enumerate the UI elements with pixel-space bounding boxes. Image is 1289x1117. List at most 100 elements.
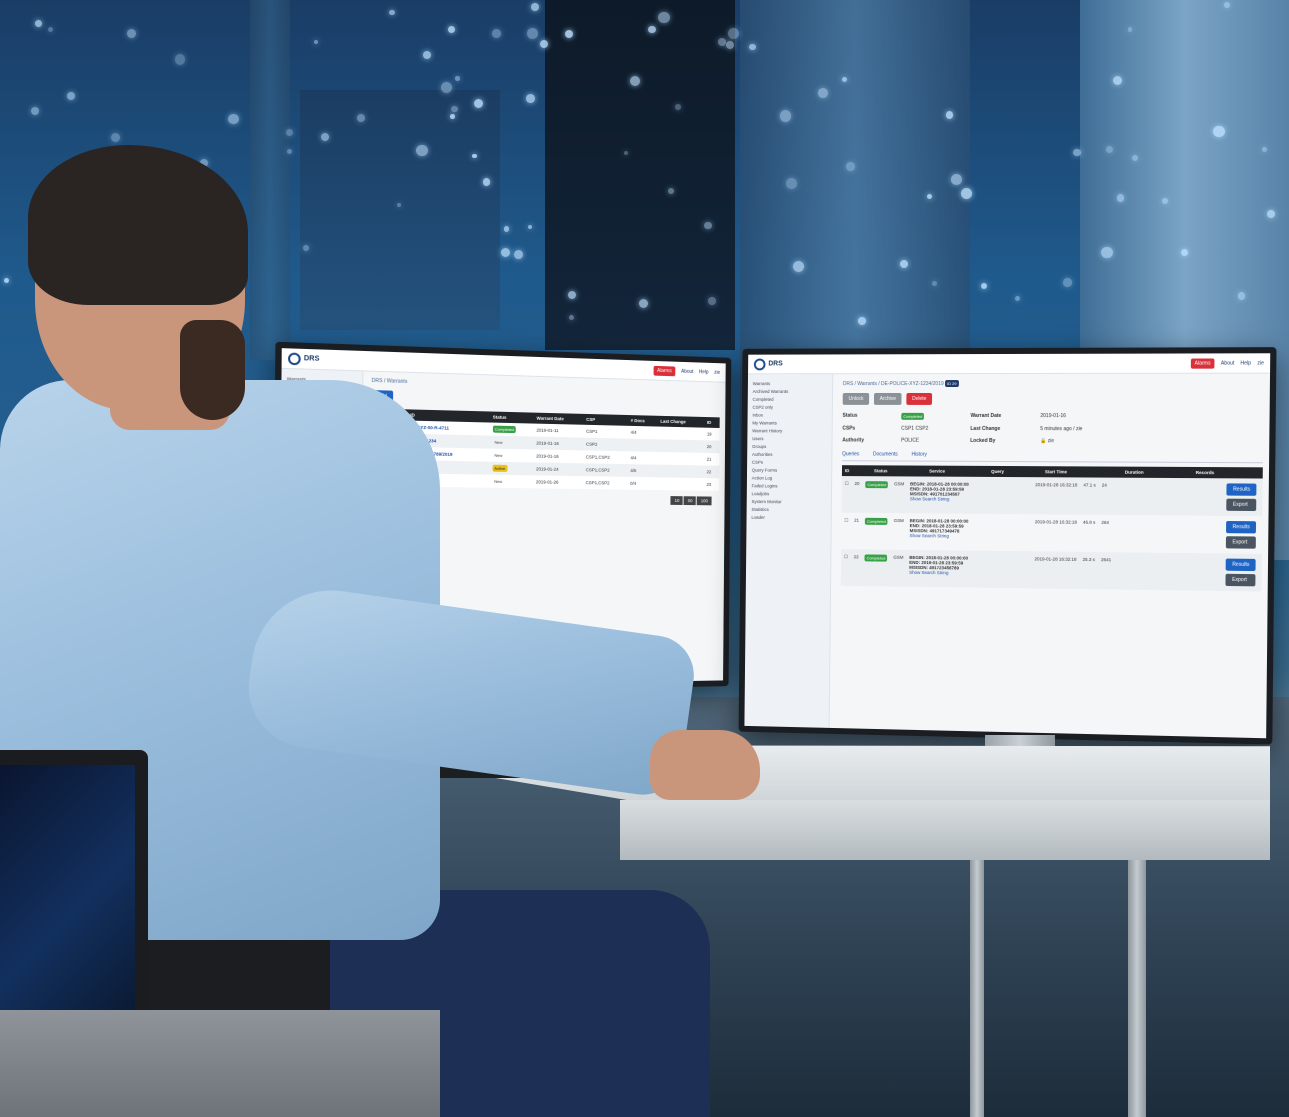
bokeh-light <box>1073 148 1081 157</box>
results-button[interactable]: Results <box>1226 483 1257 496</box>
query-detail: BEGIN: 2018-01-28 00:00:00 END: 2018-01-2… <box>910 518 1029 539</box>
sidebar-item[interactable]: Statistics <box>751 507 826 513</box>
sidebar-item[interactable]: Inbox <box>752 413 827 418</box>
export-button[interactable]: Export <box>1225 573 1256 587</box>
authority-value: POLICE <box>901 437 920 444</box>
last-change <box>657 477 704 490</box>
about-link[interactable]: About <box>1221 360 1235 366</box>
bokeh-light <box>786 178 797 189</box>
tab-history[interactable]: History <box>912 452 927 458</box>
column-header[interactable]: # Docs <box>628 415 658 427</box>
bokeh-light <box>727 28 739 40</box>
delete-button[interactable]: Delete <box>906 392 933 405</box>
bokeh-light <box>951 174 962 185</box>
warrant-date: 2019-01-26 <box>535 479 559 485</box>
bokeh-light <box>1063 278 1072 287</box>
bokeh-light <box>1180 248 1188 256</box>
sidebar-item[interactable]: CSP2 only <box>752 405 827 410</box>
export-button[interactable]: Export <box>1226 498 1257 512</box>
query-row: ☐ 22 Completed GSM BEGIN: 2018-01-28 00:00:0… <box>840 549 1262 592</box>
right-logo[interactable]: DRS <box>753 358 783 370</box>
bokeh-light <box>47 26 54 33</box>
column-header[interactable]: Status <box>871 465 926 476</box>
bokeh-light <box>396 203 401 208</box>
sidebar-item[interactable]: Completed <box>753 397 828 402</box>
show-search-string-link[interactable]: Show Search String <box>909 570 1028 576</box>
page-size-option[interactable]: 10 <box>670 496 684 505</box>
csp: CSP1,CSP2 <box>585 467 610 473</box>
warrant-date: 2019-01-16 <box>536 453 559 459</box>
query-id: 21 <box>854 517 860 523</box>
column-header[interactable]: Start Time <box>1042 466 1122 478</box>
sidebar-item[interactable]: Failed Logins <box>752 483 827 488</box>
status-badge: Active <box>492 464 508 472</box>
show-search-string-link[interactable]: Show Search String <box>910 496 1029 502</box>
page-size-option[interactable]: 50 <box>683 496 697 506</box>
sidebar-item[interactable]: CSPs <box>752 460 827 465</box>
user-menu[interactable]: zie <box>714 369 720 375</box>
docs: 4/4 <box>630 429 637 435</box>
sidebar-item[interactable]: Warrant History <box>752 428 827 433</box>
records: 264 <box>1101 519 1110 525</box>
unlock-button[interactable]: Unlock <box>842 392 870 405</box>
page-size-option[interactable]: 100 <box>697 496 712 506</box>
bokeh-light <box>704 221 712 230</box>
row-id: 19 <box>706 431 712 437</box>
query-actions: Results Export <box>1226 520 1259 549</box>
duration: 47.1 s <box>1083 482 1096 488</box>
sidebar-item[interactable]: Query Forms <box>752 468 827 473</box>
bokeh-light <box>623 151 628 156</box>
tab-documents[interactable]: Documents <box>873 451 898 457</box>
csps-label: CSPs <box>842 425 856 432</box>
column-header[interactable]: Query <box>988 466 1042 477</box>
column-header[interactable]: Records <box>1193 467 1263 479</box>
column-header[interactable]: Duration <box>1122 467 1193 479</box>
row-checkbox[interactable]: ☐ <box>844 518 848 524</box>
archive-button[interactable]: Archive <box>873 392 902 405</box>
help-link[interactable]: Help <box>1240 360 1251 366</box>
show-search-string-link[interactable]: Show Search String <box>910 533 1029 539</box>
column-header[interactable]: Service <box>926 466 988 477</box>
export-button[interactable]: Export <box>1226 536 1256 549</box>
bokeh-light <box>527 28 538 39</box>
start-time: 2019-01-28 16:32:18 <box>1035 482 1078 488</box>
sidebar-item[interactable]: Groups <box>752 444 827 449</box>
bokeh-light <box>127 29 137 39</box>
alarms-button[interactable]: Alarms <box>653 365 676 376</box>
column-header[interactable]: ID <box>704 417 720 428</box>
sidebar-item[interactable]: Warrants <box>753 381 828 386</box>
bokeh-light <box>491 28 501 38</box>
column-header[interactable]: ID <box>842 465 871 476</box>
sidebar-item[interactable]: Authorities <box>752 452 827 457</box>
alarms-button[interactable]: Alarms <box>1190 357 1215 369</box>
about-link[interactable]: About <box>681 368 693 374</box>
sidebar-item[interactable]: System Monitor <box>752 499 827 505</box>
sidebar-item[interactable]: Users <box>752 436 827 441</box>
row-id: 21 <box>706 456 712 462</box>
csp: CSP2 <box>585 441 598 447</box>
sidebar-item[interactable]: My Warrants <box>752 421 827 426</box>
csps-value: CSP1 CSP2 <box>901 425 929 432</box>
results-button[interactable]: Results <box>1226 520 1257 534</box>
left-logo[interactable]: DRS <box>287 351 320 365</box>
locked-by-label: Locked By <box>970 437 996 444</box>
warrant-date-value: 2019-01-16 <box>1040 413 1067 420</box>
status-badge: Completed <box>864 517 888 525</box>
breadcrumb-text: DRS / Warrants / DE-POLICE-XYZ-1234/2019 <box>842 381 944 388</box>
tab-queries[interactable]: Queries <box>842 451 859 457</box>
authority-label: Authority <box>842 437 865 444</box>
help-link[interactable]: Help <box>699 369 709 375</box>
results-button[interactable]: Results <box>1225 558 1256 572</box>
user-menu[interactable]: zie <box>1257 360 1264 366</box>
sidebar-item[interactable]: Action Log <box>752 476 827 481</box>
breadcrumb[interactable]: DRS / Warrants / DE-POLICE-XYZ-1234/2019… <box>843 380 1264 387</box>
right-screen: DRS Alarms About Help zie Warrants Archiv… <box>744 353 1271 739</box>
sidebar-item[interactable]: Archived Warrants <box>753 389 828 394</box>
row-checkbox[interactable]: ☐ <box>844 554 848 560</box>
sidebar-item[interactable]: Loadjobs <box>752 491 827 496</box>
bokeh-light <box>514 250 524 260</box>
row-checkbox[interactable]: ☐ <box>845 481 849 487</box>
status-value: Completed <box>901 412 970 420</box>
sidebar-item[interactable]: Loader <box>751 515 826 521</box>
row-id: 22 <box>706 469 712 475</box>
